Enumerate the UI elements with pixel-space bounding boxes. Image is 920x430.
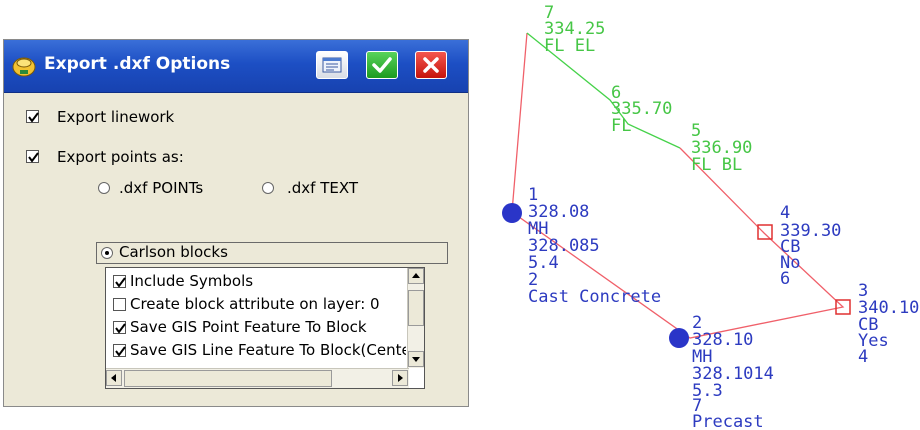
cad-drawing: 7 334.25 FL EL 6 335.70 FL 5 336.90 FL B… [502,3,919,430]
cancel-button[interactable] [415,51,447,79]
manhole-symbol [502,203,522,223]
save-gis-line-checkbox[interactable] [113,344,126,357]
list-item[interactable]: Save GIS Point Feature To Block [106,317,412,339]
horizontal-scroll-thumb[interactable] [124,370,332,387]
dialog-title: Export .dxf Options [44,54,231,74]
check-icon [28,152,39,163]
list-item-label: Include Symbols [130,272,254,290]
point-code: FL [611,116,631,136]
block-options-list[interactable]: Include Symbols Create block attribute o… [105,267,425,389]
close-icon [423,57,439,73]
check-icon [115,346,126,357]
point-5-label: 5 336.90 FL BL [691,121,752,175]
radio-carlson-blocks-label: Carlson blocks [119,243,228,261]
save-gis-point-checkbox[interactable] [113,321,126,334]
radio-dxf-points-label: .dxf POINTs [119,179,204,197]
point-1-label: 1 328.08 MH 328.085 5.4 2 Cast Concrete [528,185,661,307]
scroll-down-button[interactable] [408,351,424,367]
point-2-label: 2 328.10 MH 328.1014 5.3 7 Precast [692,313,774,430]
point-attribute: Precast [692,412,764,430]
radio-dxf-points[interactable] [98,182,110,194]
vertical-scrollbar[interactable] [407,268,424,368]
point-code: FL EL [544,36,595,56]
point-code: FL BL [691,155,742,175]
point-6-label: 6 335.70 FL [611,83,672,136]
manhole-symbol [669,328,689,348]
export-dxf-options-dialog: Export .dxf Options Export linework Expo… [3,39,469,407]
point-attribute: Cast Concrete [528,287,661,307]
arrow-down-icon [412,357,420,362]
point-attribute: 4 [858,347,868,367]
point-id: 4 [780,203,790,223]
scroll-right-button[interactable] [392,370,408,386]
create-block-attribute-checkbox[interactable] [113,298,126,311]
horizontal-scrollbar[interactable] [106,368,409,388]
check-icon [28,112,39,123]
export-points-label: Export points as: [57,148,184,166]
list-item-label: Create block attribute on layer: 0 [130,295,380,313]
vertical-scroll-thumb[interactable] [408,290,424,326]
radio-carlson-blocks[interactable] [101,247,113,259]
ok-button[interactable] [366,51,398,79]
radio-dxf-text-label: .dxf TEXT [287,179,359,197]
export-linework-label: Export linework [57,108,175,126]
settings-button[interactable] [316,51,348,79]
include-symbols-checkbox[interactable] [113,275,126,288]
point-3-label: 3 340.10 CB Yes 4 [858,281,919,367]
dialog-title-bar: Export .dxf Options [4,40,468,93]
scroll-up-button[interactable] [408,268,424,284]
scroll-left-button[interactable] [106,370,122,386]
export-linework-checkbox[interactable] [26,110,39,123]
radio-dxf-text[interactable] [262,182,274,194]
check-icon [115,277,126,288]
list-item[interactable]: Create block attribute on layer: 0 [106,294,412,316]
list-item-label: Save GIS Point Feature To Block [130,318,367,336]
arrow-left-icon [111,374,116,382]
catch-basin-symbol [757,224,773,240]
list-item[interactable]: Save GIS Line Feature To Block(Cente [106,340,406,362]
point-7-label: 7 334.25 FL EL [544,3,605,56]
arrow-up-icon [412,273,420,278]
list-item[interactable]: Include Symbols [106,271,412,293]
arrow-right-icon [398,374,403,382]
carlson-app-icon [12,57,36,77]
check-icon [115,323,126,334]
point-attribute: 6 [780,269,790,289]
settings-icon [322,57,342,73]
export-points-checkbox[interactable] [26,150,39,163]
checkmark-icon [372,57,392,73]
list-item-label: Save GIS Line Feature To Block(Cente [130,341,406,359]
